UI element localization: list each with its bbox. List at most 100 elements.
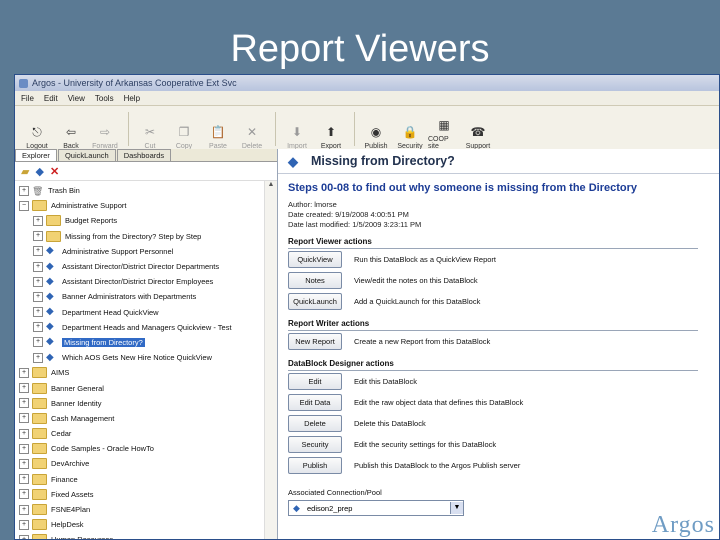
expand-icon[interactable]: + (19, 504, 29, 515)
menu-item-file[interactable]: File (21, 94, 34, 103)
expand-icon[interactable]: + (33, 215, 43, 226)
expand-icon[interactable]: + (33, 291, 43, 302)
toolbar-button-forward[interactable]: ⇨ Forward (89, 124, 121, 150)
tree-node[interactable]: + Budget Reports (19, 213, 277, 228)
toolbar-button-publish[interactable]: ◉ Publish (360, 124, 392, 150)
tree-node[interactable]: + ◆ Department Head QuickView (19, 305, 277, 320)
tree-node[interactable]: + Cedar (19, 426, 277, 441)
publish-button[interactable]: Publish (288, 457, 342, 474)
tab-quicklaunch[interactable]: QuickLaunch (57, 149, 116, 161)
edit-data-button[interactable]: Edit Data (288, 394, 342, 411)
quicklaunch-button[interactable]: QuickLaunch (288, 293, 342, 310)
expand-icon[interactable]: + (33, 307, 43, 318)
action-description: Edit this DataBlock (354, 377, 417, 386)
tree-node[interactable]: + Missing from the Directory? Step by Ste… (19, 229, 277, 244)
new-folder-icon[interactable]: ▰ (21, 165, 29, 178)
tree-node[interactable]: + AIMS (19, 365, 277, 380)
tree-node-label: Assistant Director/District Director Emp… (62, 277, 214, 287)
toolbar-button-coop-site[interactable]: ▦ COOP site (428, 117, 460, 150)
tree-node[interactable]: + ◆ Administrative Support Personnel (19, 244, 277, 259)
tree-node[interactable]: + Fixed Assets (19, 487, 277, 502)
action-row: QuickLaunch Add a QuickLaunch for this Da… (288, 291, 719, 312)
edit-button[interactable]: Edit (288, 373, 342, 390)
tree-node-label: Department Heads and Managers Quickview … (62, 322, 232, 332)
tree-node[interactable]: + Code Samples - Oracle HowTo (19, 441, 277, 456)
tree-node[interactable]: + ◆ Assistant Director/District Director D… (19, 259, 277, 274)
expand-icon[interactable]: + (33, 322, 43, 333)
expand-icon[interactable]: + (19, 398, 29, 409)
tree-node-label: Cedar (51, 429, 72, 439)
connection-select[interactable]: ◆ edison2_prep ▼ (288, 500, 464, 516)
tree-node[interactable]: + Finance (19, 472, 277, 487)
expand-icon[interactable]: + (19, 443, 29, 454)
toolbar-button-export[interactable]: ⬆ Export (315, 124, 347, 150)
tree-node[interactable]: + ◆ Which AOS Gets New Hire Notice QuickVi… (19, 350, 277, 365)
tab-dashboards[interactable]: Dashboards (116, 149, 172, 161)
folder-icon (32, 534, 47, 539)
tree-node-label: Banner General (51, 383, 104, 393)
tree-node[interactable]: + ◆ Banner Administrators with Departments (19, 289, 277, 304)
tree-node[interactable]: + Banner General (19, 380, 277, 395)
window-title: Argos - University of Arkansas Cooperati… (32, 78, 237, 88)
folder-icon (32, 200, 47, 212)
expand-icon[interactable]: + (33, 337, 43, 348)
toolbar-button-import[interactable]: ⬇ Import (281, 124, 313, 150)
toolbar-button-support[interactable]: ☎ Support (462, 124, 494, 150)
expand-icon[interactable]: + (33, 231, 43, 242)
toolbar-button-security[interactable]: 🔒 Security (394, 124, 426, 150)
expand-icon[interactable]: + (19, 428, 29, 439)
tree-node[interactable]: + Banner Identity (19, 396, 277, 411)
toolbar-button-logout[interactable]: ⎋ Logout (21, 124, 53, 150)
tree-node[interactable]: + ◆ Department Heads and Managers Quickvie… (19, 320, 277, 335)
security-button[interactable]: Security (288, 436, 342, 453)
tree-node[interactable]: + FSNE4Plan (19, 502, 277, 517)
quickview-button[interactable]: QuickView (288, 251, 342, 268)
expand-icon[interactable]: + (33, 352, 43, 363)
expand-icon[interactable]: + (19, 519, 29, 530)
expand-icon[interactable]: + (19, 489, 29, 500)
toolbar-button-delete[interactable]: ✕ Delete (236, 124, 268, 150)
expand-icon[interactable]: + (19, 458, 29, 469)
scroll-up-icon[interactable]: ▲ (265, 181, 277, 191)
expand-icon[interactable]: + (33, 246, 43, 257)
section-title: DataBlock Designer actions (288, 359, 698, 371)
expand-icon[interactable]: + (33, 276, 43, 287)
tree-node[interactable]: + Cash Management (19, 411, 277, 426)
delete-x-icon[interactable]: ✕ (50, 165, 59, 178)
menu-item-help[interactable]: Help (124, 94, 140, 103)
collapse-icon[interactable]: − (19, 200, 29, 211)
tree-scrollbar[interactable]: ▲ (264, 181, 277, 539)
tree-node[interactable]: + HelpDesk (19, 517, 277, 532)
expand-icon[interactable]: + (19, 413, 29, 424)
expand-icon[interactable]: + (33, 261, 43, 272)
notes-button[interactable]: Notes (288, 272, 342, 289)
toolbar-separator (128, 112, 129, 146)
tree-node[interactable]: − Administrative Support (19, 198, 277, 213)
tab-explorer[interactable]: Explorer (15, 149, 57, 161)
chevron-down-icon[interactable]: ▼ (450, 502, 463, 514)
delete-button[interactable]: Delete (288, 415, 342, 432)
expand-icon[interactable]: + (19, 383, 29, 394)
tree-node-label: Human Resources (51, 535, 114, 540)
menu-item-view[interactable]: View (68, 94, 85, 103)
tree-node[interactable]: + ◆ Missing from Directory? (19, 335, 277, 350)
expand-icon[interactable]: + (19, 534, 29, 539)
new-datablock-icon[interactable]: ◆ (35, 165, 43, 178)
action-description: Edit the security settings for this Data… (354, 440, 497, 449)
expand-icon[interactable]: + (19, 474, 29, 485)
toolbar-button-copy[interactable]: ❐ Copy (168, 124, 200, 150)
tree-node[interactable]: + 🗑 Trash Bin (19, 183, 277, 198)
toolbar-button-back[interactable]: ⇦ Back (55, 124, 87, 150)
menu-item-edit[interactable]: Edit (44, 94, 58, 103)
tree-node[interactable]: + ◆ Assistant Director/District Director E… (19, 274, 277, 289)
tree-node[interactable]: + DevArchive (19, 456, 277, 471)
expand-icon[interactable]: + (19, 367, 29, 378)
toolbar-button-paste[interactable]: 📋 Paste (202, 124, 234, 150)
toolbar-button-cut[interactable]: ✂ Cut (134, 124, 166, 150)
tree-node[interactable]: + Human Resources (19, 532, 277, 540)
menu-item-tools[interactable]: Tools (95, 94, 114, 103)
expand-icon[interactable]: + (19, 185, 29, 196)
new-report-button[interactable]: New Report (288, 333, 342, 350)
folder-icon (32, 488, 47, 500)
tree-node-label: DevArchive (51, 459, 90, 469)
